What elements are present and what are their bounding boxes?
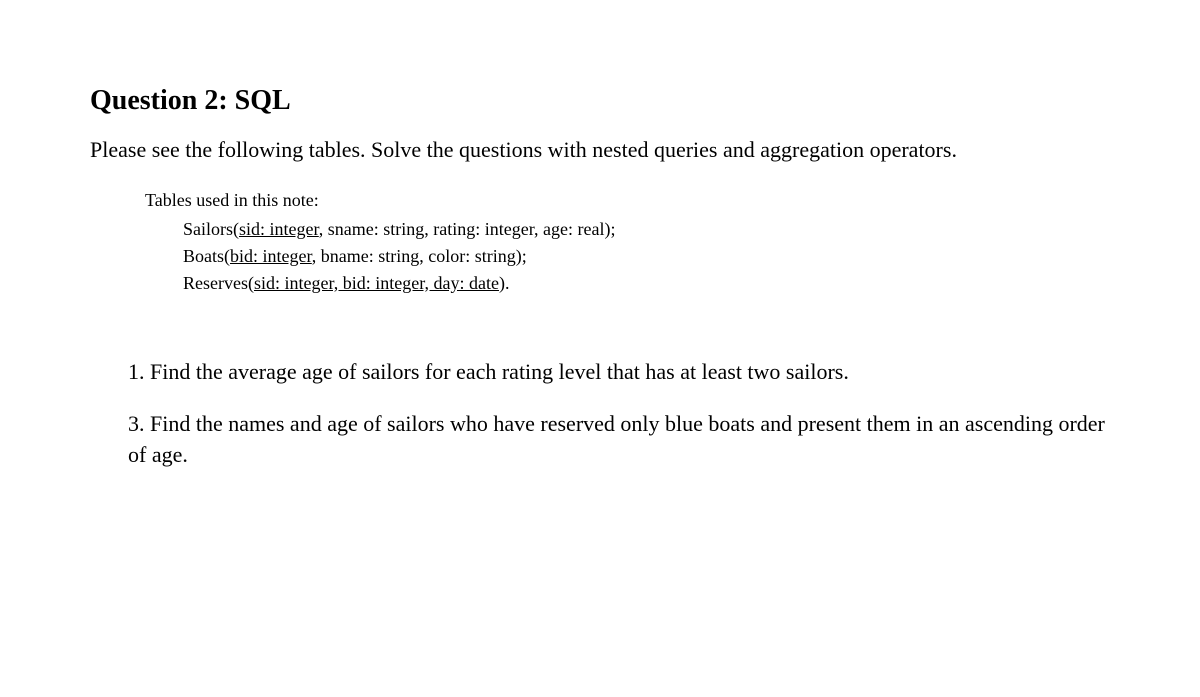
question-text: Find the average age of sailors for each… [150, 359, 849, 384]
table-rest: , bname: string, color: string); [312, 246, 527, 266]
table-name: Boats [183, 246, 224, 266]
intro-text: Please see the following tables. Solve t… [90, 135, 1110, 165]
tables-block: Tables used in this note: Sailors(sid: i… [145, 187, 1110, 297]
question-number: 3. [128, 411, 145, 436]
table-name: Reserves [183, 273, 248, 293]
question-number: 1. [128, 359, 145, 384]
table-key: bid: integer [230, 246, 312, 266]
table-def-sailors: Sailors(sid: integer, sname: string, rat… [183, 216, 1110, 243]
question-title: Question 2: SQL [90, 85, 1110, 117]
question-item-1: 1. Find the average age of sailors for e… [128, 357, 1110, 388]
questions-list: 1. Find the average age of sailors for e… [128, 357, 1110, 471]
table-rest: , sname: string, rating: integer, age: r… [319, 219, 616, 239]
table-name: Sailors [183, 219, 233, 239]
table-rest: ). [499, 273, 510, 293]
table-def-reserves: Reserves(sid: integer, bid: integer, day… [183, 270, 1110, 297]
question-item-3: 3. Find the names and age of sailors who… [128, 409, 1110, 471]
question-text: Find the names and age of sailors who ha… [128, 411, 1105, 467]
table-key: sid: integer [239, 219, 319, 239]
table-def-boats: Boats(bid: integer, bname: string, color… [183, 243, 1110, 270]
tables-heading: Tables used in this note: [145, 187, 1110, 214]
table-key: sid: integer, bid: integer, day: date [254, 273, 499, 293]
